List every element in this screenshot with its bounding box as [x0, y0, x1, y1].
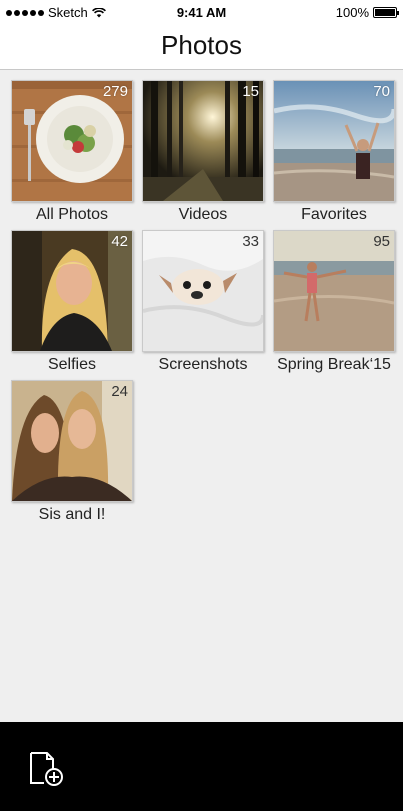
battery-percent: 100% [335, 5, 369, 20]
photo-count: 70 [373, 83, 390, 100]
album-screenshots[interactable]: 33 Screenshots [141, 230, 265, 374]
add-album-icon[interactable] [28, 750, 66, 788]
album-all-photos[interactable]: 279 All Photos [10, 80, 134, 224]
photo-count: 279 [102, 83, 128, 100]
album-favorites[interactable]: 70 Favorites [272, 80, 396, 224]
photo-count: 24 [111, 383, 128, 400]
status-bar: Sketch 9:41 AM 100% [0, 0, 403, 24]
nav-bar: Photos [0, 24, 403, 70]
album-label: Spring Break‘15 [277, 356, 391, 373]
album-thumbnail[interactable]: 33 [142, 230, 264, 352]
album-label: All Photos [35, 206, 109, 223]
album-videos[interactable]: 15 Videos [141, 80, 265, 224]
album-selfies[interactable]: 42 Selfies [10, 230, 134, 374]
bottom-toolbar [0, 722, 403, 811]
album-label: Selfies [47, 356, 97, 373]
photo-count: 95 [373, 233, 390, 250]
album-label: Sis and I! [38, 506, 106, 523]
battery-icon [373, 7, 399, 18]
album-thumbnail[interactable]: 24 [11, 380, 133, 502]
album-thumbnail[interactable]: 42 [11, 230, 133, 352]
album-thumbnail[interactable]: 15 [142, 80, 264, 202]
album-thumbnail[interactable]: 95 [273, 230, 395, 352]
album-label: Videos [178, 206, 228, 223]
photo-count: 15 [242, 83, 259, 100]
album-sis-and-i[interactable]: 24 Sis and I! [10, 380, 134, 524]
album-label: Screenshots [158, 356, 248, 373]
photo-count: 42 [111, 233, 128, 250]
page-title: Photos [161, 30, 242, 60]
album-thumbnail[interactable]: 279 [11, 80, 133, 202]
album-thumbnail[interactable]: 70 [273, 80, 395, 202]
status-right: 100% [335, 5, 399, 20]
album-spring-break[interactable]: 95 Spring Break‘15 [272, 230, 396, 374]
photo-count: 33 [242, 233, 259, 250]
album-label: Favorites [301, 206, 367, 223]
